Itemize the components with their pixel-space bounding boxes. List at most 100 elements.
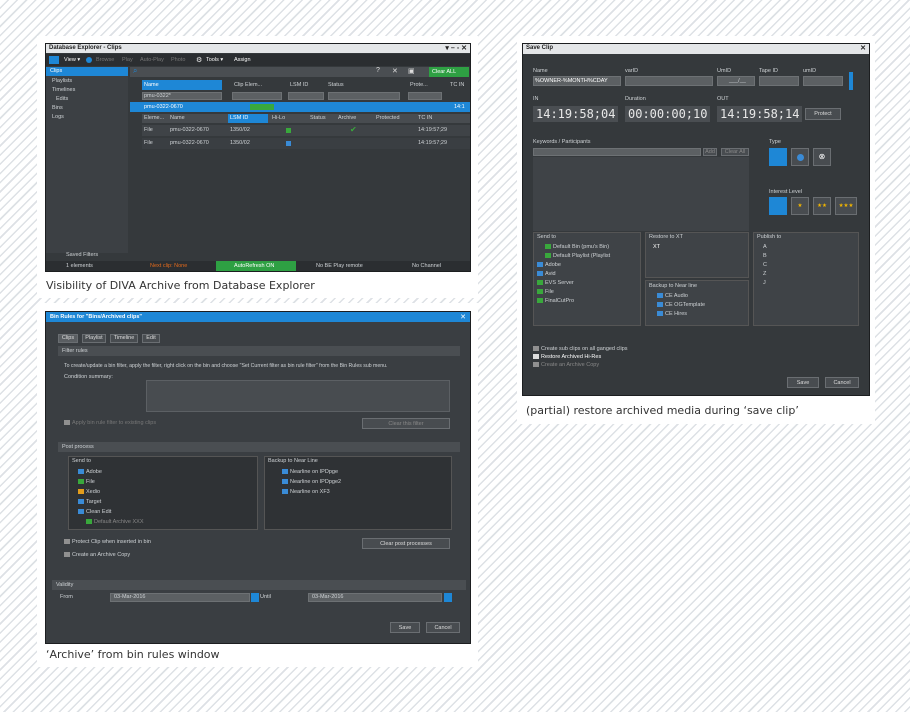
tab-clips[interactable]: Clips [58,334,78,343]
save-button[interactable]: Save [390,622,420,633]
tc-in[interactable]: 14:19:58;04 [533,106,619,122]
protect-clip-check[interactable]: Protect Clip when inserted in bin [64,539,151,548]
col-tcin[interactable]: TC IN [450,82,464,88]
tree-playlists[interactable]: Playlists [52,78,72,84]
close-icon[interactable]: ✕ [860,44,866,52]
list-item[interactable]: A [763,244,767,253]
sub-col-hilo[interactable]: Hi-Lo [272,115,285,121]
toolbar-play[interactable]: Play [122,57,133,63]
save-icon[interactable]: ▣ [408,67,415,75]
save-button[interactable]: Save [787,377,819,388]
sub-col-element[interactable]: Eleme... [144,115,164,121]
clear-all-button[interactable]: Clear All [721,148,749,156]
toolbar-view[interactable]: View ▾ [64,57,80,63]
list-item[interactable]: Adobe [78,469,102,478]
tc-duration[interactable]: 00:00:00;10 [625,106,711,122]
col-lsmid[interactable]: LSM ID [290,82,308,88]
list-item[interactable]: Nearline on IPDpge2 [282,479,341,488]
type-info-icon[interactable] [791,148,809,166]
tab-timeline[interactable]: Timeline [110,334,138,343]
interest-3star[interactable]: ★★★ [835,197,857,215]
calendar-icon[interactable] [251,593,259,602]
list-item[interactable]: C [763,262,767,271]
apply-filter-check[interactable]: Apply bin rule filter to existing clips [64,420,156,429]
cancel-button[interactable]: Cancel [426,622,460,633]
list-item[interactable]: EVS Server [537,280,574,289]
cancel-button[interactable]: Cancel [825,377,859,388]
list-item[interactable]: XT [653,244,660,253]
col-protect[interactable]: Prote... [410,82,428,88]
filter-clipelem[interactable] [232,92,282,100]
check-archive-copy[interactable]: Create an Archive Copy [533,362,599,371]
list-item[interactable]: Target [78,499,101,508]
close-icon[interactable]: ✕ [392,67,398,75]
add-button[interactable]: Add [703,148,717,156]
list-item[interactable]: FinalCutPro [537,298,574,307]
list-item[interactable]: Adobe [537,262,561,271]
tree-edits[interactable]: Edits [56,96,68,102]
toolbar-photo[interactable]: Photo [171,57,185,63]
filter-lsm[interactable] [288,92,324,100]
tree-timelines[interactable]: Timelines [52,87,75,93]
list-item[interactable]: Default Playlist (Playlist [545,253,610,262]
filter-protect[interactable] [408,92,442,100]
list-item[interactable]: Nearline on XF3 [282,489,330,498]
tab-edit[interactable]: Edit [142,334,160,343]
saved-filters[interactable]: Saved Filters [66,252,98,258]
search-bar[interactable] [130,67,430,77]
interest-none[interactable] [769,197,787,215]
interest-1star[interactable]: ★ [791,197,809,215]
clear-post-button[interactable]: Clear post processes [362,538,450,549]
type-cancel-icon[interactable]: ⊗ [813,148,831,166]
list-item[interactable]: Default Bin (pmu's Bin) [545,244,609,253]
tc-out[interactable]: 14:19:58;14 [717,106,803,122]
varid-input[interactable] [625,76,713,86]
protect-button[interactable]: Protect [805,108,841,120]
tree-bins[interactable]: Bins [52,105,63,111]
sub-col-protected[interactable]: Protected [376,115,400,121]
clear-filter-button[interactable]: Clear this filter [362,418,450,429]
list-item[interactable]: CE OGTemplate [657,302,705,311]
umid-input[interactable] [803,76,843,86]
tree-logs[interactable]: Logs [52,114,64,120]
archive-copy-check[interactable]: Create an Archive Copy [64,552,130,561]
list-item[interactable]: File [78,479,95,488]
list-item[interactable]: CE Audio [657,293,688,302]
list-item[interactable]: Avid [537,271,556,280]
toolbar-browse[interactable]: Browse [96,57,114,63]
toolbar-tools[interactable]: Tools ▾ [206,57,223,63]
search-icon[interactable]: ⌕ [133,66,137,76]
keywords-input[interactable] [533,148,701,156]
tree-clips[interactable]: Clips [50,68,62,74]
sub-col-name[interactable]: Name [170,115,185,121]
close-icon[interactable]: ✕ [460,313,466,321]
refresh-icon[interactable] [86,57,92,63]
list-item[interactable]: Default Archive XXX [86,519,144,528]
list-item[interactable]: Nearline on IPDpge [282,469,338,478]
condition-summary-box[interactable] [146,380,450,412]
col-status[interactable]: Status [328,82,344,88]
list-item[interactable]: CE Hires [657,311,687,320]
interest-2star[interactable]: ★★ [813,197,831,215]
tools-icon[interactable]: ⚙ [196,56,202,64]
list-item[interactable]: Xedio [78,489,100,498]
tapeid-input[interactable] [759,76,799,86]
filter-status[interactable] [328,92,400,100]
col-clipelem[interactable]: Clip Elem... [234,82,262,88]
list-item[interactable]: B [763,253,767,262]
type-video[interactable] [769,148,787,166]
sub-col-archive[interactable]: Archive [338,115,356,121]
list-item[interactable]: Z [763,271,766,280]
list-item[interactable]: J [763,280,766,289]
menu-icon[interactable] [49,56,59,64]
help-icon[interactable]: ? [376,67,380,74]
toolbar-autoplay[interactable]: Auto-Play [140,57,164,63]
list-item[interactable]: File [537,289,554,298]
window-controls[interactable]: ▾ – ▫ ✕ [445,44,467,52]
calendar-icon[interactable] [444,593,452,602]
sub-col-status[interactable]: Status [310,115,326,121]
toolbar-assign[interactable]: Assign [234,57,251,63]
tab-playlist[interactable]: Playlist [82,334,106,343]
sub-col-tcin[interactable]: TC IN [418,115,432,121]
list-item[interactable]: Clean Edit [78,509,111,518]
